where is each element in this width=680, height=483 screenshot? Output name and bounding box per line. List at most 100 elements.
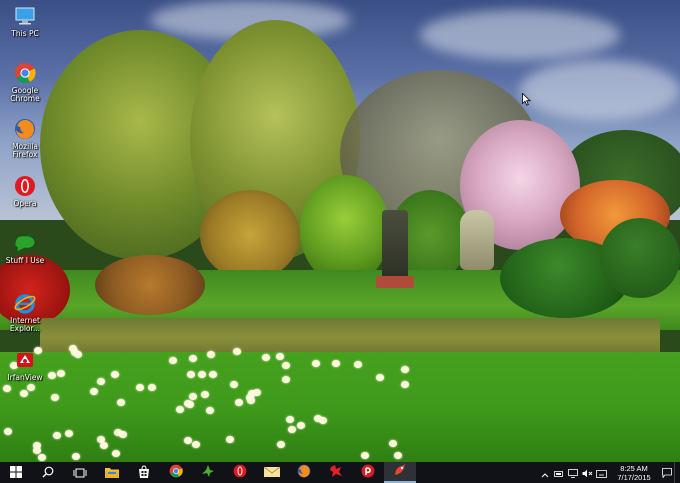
taskbar: 8:25 AM 7/17/2015 [0, 462, 680, 483]
desktop-icon-label: Mozilla Firefox [12, 142, 38, 159]
wallpaper-daffodil [96, 436, 105, 444]
desktop-icon-google-chrome[interactable]: Google Chrome [2, 60, 48, 103]
desktop-icon-irfanview[interactable]: IrfanView [2, 347, 48, 382]
wallpaper-daffodil [37, 453, 46, 461]
desktop-icon-this-pc[interactable]: This PC [2, 3, 48, 38]
desktop-icon-label: This PC [11, 29, 39, 38]
desktop-icon-label: IrfanView [7, 373, 43, 382]
wallpaper-daffodil [232, 347, 241, 355]
tray-volume-button[interactable] [580, 462, 594, 483]
wallpaper-daffodil [64, 430, 73, 437]
wallpaper-daffodil [50, 393, 59, 401]
desktop-icon-label: Opera [13, 199, 37, 208]
taskbar-clock[interactable]: 8:25 AM 7/17/2015 [608, 464, 660, 482]
keyboard-icon [595, 463, 607, 482]
wallpaper-daffodil [200, 390, 209, 398]
desktop-icon-opera[interactable]: Opera [2, 173, 48, 208]
wallpaper-daffodil [2, 384, 11, 392]
tray-battery-button[interactable] [552, 462, 566, 483]
wallpaper-statue [460, 210, 494, 270]
desktop-icon-internet-explorer[interactable]: Internet Explor... [2, 290, 48, 333]
search-button[interactable] [32, 462, 64, 483]
system-tray: 8:25 AM 7/17/2015 [538, 462, 680, 483]
taskbar-green-app[interactable] [192, 462, 224, 483]
show-hidden-icons-button[interactable] [538, 462, 552, 483]
mouse-cursor-icon [522, 93, 531, 106]
tray-display-button[interactable] [566, 462, 580, 483]
wallpaper-daffodil [176, 405, 185, 413]
wallpaper-daffodil [52, 432, 61, 440]
this-pc-icon [12, 3, 38, 29]
wallpaper-daffodil [184, 399, 193, 407]
taskbar-mail[interactable] [256, 462, 288, 483]
wallpaper-daffodil [189, 354, 198, 362]
wallpaper-cloud [420, 10, 620, 60]
wallpaper-daffodil [191, 440, 200, 448]
clock-time: 8:25 AM [620, 463, 648, 473]
wallpaper-conifer [300, 175, 390, 285]
search-icon [42, 463, 54, 482]
wallpaper-cloud [520, 60, 680, 120]
wallpaper-shrub [200, 190, 300, 280]
task-view-icon [73, 463, 87, 482]
notification-icon [662, 463, 672, 482]
wallpaper-daffodil [96, 377, 105, 385]
wallpaper-lantern-base [376, 276, 414, 288]
tray-keyboard-button[interactable] [594, 462, 608, 483]
chrome-icon [169, 463, 183, 482]
irfanview-icon [12, 347, 38, 373]
taskbar-file-explorer[interactable] [96, 462, 128, 483]
desktop-wallpaper [0, 0, 680, 462]
wallpaper-daffodil [3, 428, 12, 436]
wallpaper-daffodil [235, 398, 244, 406]
wallpaper-daffodil [401, 380, 410, 388]
show-desktop-button[interactable] [674, 462, 680, 483]
chrome-icon [12, 60, 38, 86]
mail-icon [263, 463, 281, 482]
desktop-icon-mozilla-firefox[interactable]: Mozilla Firefox [2, 116, 48, 159]
wallpaper-daffodil [389, 439, 398, 447]
green-app-icon [201, 463, 215, 482]
active-app-icon [393, 462, 407, 481]
task-view-button[interactable] [64, 462, 96, 483]
internet-explorer-icon [12, 290, 38, 316]
wallpaper-daffodil [282, 375, 291, 383]
wallpaper-daffodil [26, 384, 35, 392]
taskbar-opera[interactable] [224, 462, 256, 483]
file-explorer-icon [105, 463, 119, 482]
store-icon [138, 463, 150, 482]
red-circle-app-icon [361, 463, 375, 482]
taskbar-chrome[interactable] [160, 462, 192, 483]
wallpaper-daffodil [147, 383, 156, 391]
taskbar-active-app[interactable] [384, 462, 416, 483]
wallpaper-daffodil [312, 359, 321, 367]
firefox-icon [12, 116, 38, 142]
opera-icon [12, 173, 38, 199]
taskbar-store[interactable] [128, 462, 160, 483]
wallpaper-daffodil [246, 396, 255, 404]
folder-shortcut-icon [12, 230, 38, 256]
chevron-up-icon [541, 463, 549, 482]
wallpaper-daffodil [187, 370, 196, 378]
wallpaper-daffodil [277, 440, 286, 448]
taskbar-red-app[interactable] [320, 462, 352, 483]
battery-icon [554, 463, 564, 482]
firefox-icon [297, 463, 311, 482]
desktop-icon-label: Internet Explor... [9, 316, 41, 333]
wallpaper-daffodil [225, 436, 234, 444]
opera-icon [233, 463, 247, 482]
wallpaper-daffodil [110, 371, 119, 379]
wallpaper-bush [600, 218, 680, 298]
windows-start-icon [10, 463, 22, 482]
wallpaper-daffodil [57, 369, 66, 377]
taskbar-red-circle-app[interactable] [352, 462, 384, 483]
wallpaper-daffodil [296, 421, 305, 429]
taskbar-firefox[interactable] [288, 462, 320, 483]
wallpaper-daffodil [332, 360, 341, 368]
action-center-button[interactable] [660, 462, 674, 483]
red-app-icon [329, 463, 343, 482]
wallpaper-lantern [382, 210, 408, 282]
desktop-icon-stuff-i-use[interactable]: Stuff I Use [2, 230, 48, 265]
start-button[interactable] [0, 462, 32, 483]
desktop-icon-label: Google Chrome [10, 86, 40, 103]
